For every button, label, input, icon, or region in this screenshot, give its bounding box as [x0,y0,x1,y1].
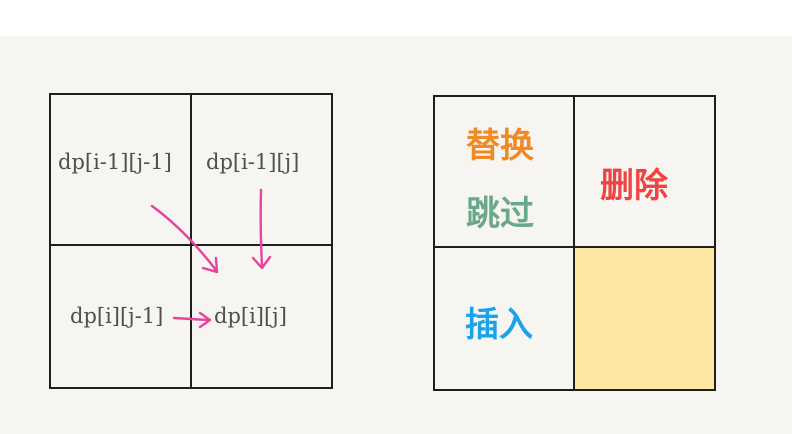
op-cell-target [573,246,716,391]
replace-label: 替换 [466,126,534,166]
insert-label: 插入 [465,305,533,345]
diagonal-arrow [150,204,218,272]
down-arrow [259,188,264,268]
delete-label: 删除 [600,166,668,206]
right-arrow [172,316,210,322]
skip-label: 跳过 [466,194,534,234]
